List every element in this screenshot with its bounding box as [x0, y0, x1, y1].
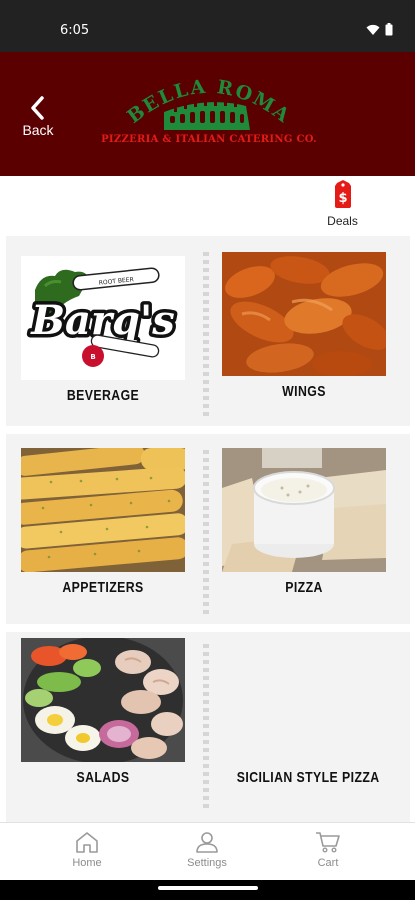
pita-dip-photo — [222, 448, 386, 572]
category-label: BEVERAGE — [66, 387, 140, 404]
logo-tagline: PIZZERIA & ITALIAN CATERING CO. — [101, 134, 317, 145]
nav-home[interactable]: Home — [42, 831, 132, 869]
nav-home-label: Home — [72, 857, 102, 869]
tile-divider — [203, 450, 209, 614]
breadsticks-photo — [21, 448, 185, 572]
category-tile-salads[interactable]: SALADS — [21, 638, 185, 786]
category-label: SALADS — [76, 769, 130, 786]
battery-icon — [385, 23, 393, 36]
nav-cart[interactable]: Cart — [283, 831, 373, 869]
category-tile-pizza[interactable]: PIZZA — [222, 448, 386, 596]
tile-divider — [203, 644, 209, 808]
category-label: APPETIZERS — [62, 579, 144, 596]
category-label: PIZZA — [285, 579, 323, 596]
bottom-navigation: Home Settings Cart — [0, 822, 415, 880]
sicilian-pizza-image-placeholder — [222, 638, 386, 762]
home-icon — [76, 832, 98, 853]
status-bar: 6:05 — [0, 0, 415, 52]
category-label: SICILIAN STYLE PIZZA — [236, 769, 380, 786]
back-button[interactable]: Back — [18, 96, 58, 138]
nav-cart-label: Cart — [317, 857, 339, 869]
svg-text:$: $ — [338, 191, 347, 206]
category-row-3: SALADS SICILIAN STYLE PIZZA — [6, 632, 410, 822]
chevron-left-icon — [31, 96, 44, 120]
dollar-tag-icon: $ — [334, 180, 351, 208]
nav-settings-label: Settings — [187, 857, 227, 869]
app-header: Back BELLA ROMA PIZZERIA & ITALIAN CATER… — [0, 52, 415, 176]
category-tile-appetizers[interactable]: APPETIZERS — [21, 448, 185, 596]
person-icon — [196, 832, 218, 853]
category-tile-sicilian-style-pizza[interactable]: SICILIAN STYLE PIZZA — [222, 638, 386, 786]
nav-settings[interactable]: Settings — [162, 831, 252, 869]
category-label: WINGS — [282, 383, 326, 400]
colosseum-icon — [164, 102, 250, 130]
category-tile-beverage[interactable]: ROOT BEER Barq's Barq's B BEVERAGE — [21, 256, 185, 404]
category-row-2: APPETIZERS PIZZA — [6, 434, 410, 624]
wings-photo — [222, 252, 386, 376]
deals-button[interactable]: $ Deals — [320, 180, 365, 228]
status-icons — [366, 23, 393, 36]
back-label: Back — [22, 122, 54, 138]
category-tile-wings[interactable]: WINGS — [222, 252, 386, 400]
svg-text:B: B — [90, 353, 95, 361]
home-indicator[interactable] — [158, 886, 258, 890]
wifi-icon — [366, 24, 380, 35]
deals-label: Deals — [327, 214, 358, 228]
barqs-logo-image: ROOT BEER Barq's Barq's B — [21, 256, 185, 380]
system-navigation-bar — [0, 880, 415, 900]
cart-icon — [316, 832, 340, 853]
status-time: 6:05 — [60, 23, 90, 38]
category-row-1: ROOT BEER Barq's Barq's B BEVERAGE WINGS — [6, 236, 410, 426]
salad-photo — [21, 638, 185, 762]
tile-divider — [203, 252, 209, 416]
